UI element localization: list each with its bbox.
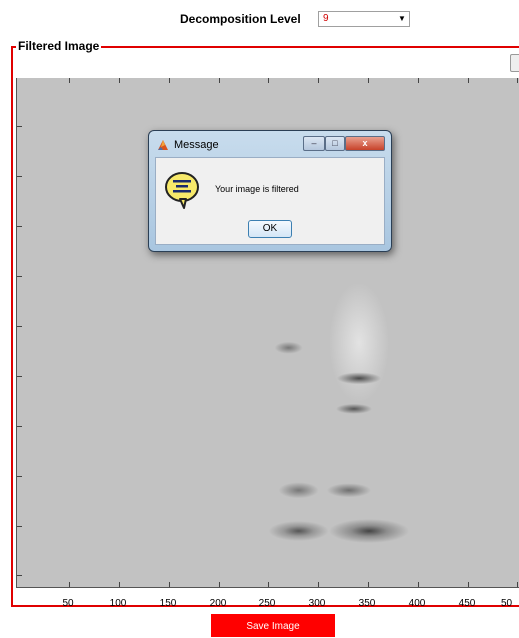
x-tick-mark <box>318 78 319 83</box>
partial-side-button[interactable] <box>510 54 519 72</box>
decomposition-level-value: 9 <box>323 13 329 24</box>
x-tick-label: 150 <box>159 598 177 609</box>
x-tick-mark <box>368 582 369 587</box>
y-tick-mark <box>17 226 22 227</box>
close-button[interactable]: x <box>345 136 385 151</box>
decomposition-level-select[interactable]: 9 ▼ <box>318 11 410 27</box>
y-tick-mark <box>17 326 22 327</box>
info-speech-bubble-icon <box>165 172 199 209</box>
x-tick-label: 250 <box>258 598 276 609</box>
x-tick-mark <box>468 582 469 587</box>
chevron-down-icon[interactable]: ▼ <box>395 12 409 26</box>
y-tick-mark <box>17 476 22 477</box>
x-tick-label: 50 <box>62 598 74 609</box>
dialog-body: Your image is filtered OK <box>155 157 385 245</box>
x-tick-mark <box>119 78 120 83</box>
matlab-icon <box>158 140 168 150</box>
x-tick-mark <box>69 582 70 587</box>
x-tick-mark <box>219 582 220 587</box>
x-tick-label: 450 <box>458 598 476 609</box>
x-tick-mark <box>219 78 220 83</box>
x-tick-label: 50 <box>501 598 513 609</box>
x-tick-mark <box>468 78 469 83</box>
x-tick-mark <box>268 78 269 83</box>
maximize-button[interactable]: □ <box>325 136 345 151</box>
x-tick-label: 100 <box>109 598 127 609</box>
y-tick-mark <box>17 426 22 427</box>
y-tick-mark <box>17 126 22 127</box>
x-tick-mark <box>318 582 319 587</box>
dialog-title: Message <box>174 139 219 151</box>
x-tick-mark <box>517 582 518 587</box>
x-tick-mark <box>169 78 170 83</box>
x-tick-mark <box>169 582 170 587</box>
y-tick-mark <box>17 526 22 527</box>
dialog-titlebar[interactable]: Message – □ x <box>155 135 385 157</box>
dialog-message: Your image is filtered <box>215 184 299 194</box>
panel-title: Filtered Image <box>16 38 102 54</box>
x-tick-mark <box>119 582 120 587</box>
x-tick-mark <box>418 582 419 587</box>
x-tick-label: 200 <box>209 598 227 609</box>
minimize-button[interactable]: – <box>303 136 325 151</box>
save-image-button[interactable]: Save Image <box>211 614 335 637</box>
x-tick-label: 300 <box>308 598 326 609</box>
x-tick-mark <box>69 78 70 83</box>
x-tick-mark <box>268 582 269 587</box>
x-tick-mark <box>418 78 419 83</box>
y-tick-mark <box>17 276 22 277</box>
x-tick-mark <box>368 78 369 83</box>
y-tick-mark <box>17 575 22 576</box>
ok-button[interactable]: OK <box>248 220 292 238</box>
y-tick-mark <box>17 376 22 377</box>
message-dialog: Message – □ x Your image is filtered OK <box>148 130 392 252</box>
x-tick-label: 400 <box>408 598 426 609</box>
x-tick-label: 350 <box>358 598 376 609</box>
x-tick-mark <box>517 78 518 83</box>
y-tick-mark <box>17 176 22 177</box>
decomposition-level-label: Decomposition Level <box>180 12 301 26</box>
